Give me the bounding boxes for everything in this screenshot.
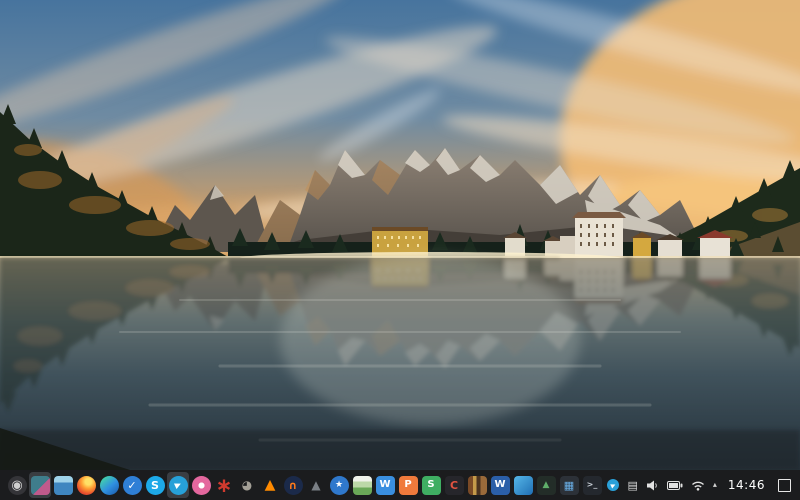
system-tray: ▶ ▤ ▴ 14:46 [607, 470, 800, 500]
clock[interactable]: 14:46 [728, 478, 765, 492]
show-desktop-button[interactable] [778, 478, 791, 492]
starburst-app-icon[interactable]: ∗ [213, 472, 235, 498]
screen-share-icon[interactable] [29, 472, 51, 498]
deepin-music-icon[interactable] [190, 472, 212, 498]
wallpaper-image [0, 0, 800, 470]
dock: ◉ ✓ S ▶ ∗ ◕ ▲ ∩ ▲ ★ W P S C W ▲ ▦ >_ ▶ ▤ ▴ 14:46 [0, 470, 800, 500]
telegram-icon[interactable]: ▶ [167, 472, 189, 498]
edge-icon[interactable] [98, 472, 120, 498]
calculator-icon[interactable]: ▦ [558, 472, 580, 498]
wps-presentation-icon[interactable]: P [397, 472, 419, 498]
volume-icon[interactable] [646, 479, 659, 492]
image-viewer-icon[interactable]: ▲ [535, 472, 557, 498]
media-app-icon[interactable]: C [443, 472, 465, 498]
app-store-icon[interactable]: ★ [328, 472, 350, 498]
launcher-icon[interactable]: ◉ [6, 472, 28, 498]
terminal-icon[interactable]: >_ [581, 472, 603, 498]
dock-apps: ◉ ✓ S ▶ ∗ ◕ ▲ ∩ ▲ ★ W P S C W ▲ ▦ >_ [0, 470, 603, 500]
battery-icon[interactable] [666, 480, 683, 491]
vlc-icon[interactable]: ▲ [259, 472, 281, 498]
library-app-icon[interactable] [466, 472, 488, 498]
wps-spreadsheet-icon[interactable]: S [420, 472, 442, 498]
gimp-icon[interactable]: ◕ [236, 472, 258, 498]
word-app-icon[interactable]: W [489, 472, 511, 498]
rocket-app-icon[interactable]: ▲ [305, 472, 327, 498]
draw-app-icon[interactable] [351, 472, 373, 498]
tray-expand-icon[interactable]: ▴ [713, 481, 717, 489]
telegram-tray-icon[interactable]: ▶ [607, 479, 620, 491]
input-method-icon[interactable]: ▤ [627, 480, 637, 491]
blue-app-icon[interactable] [512, 472, 534, 498]
skype-icon[interactable]: S [144, 472, 166, 498]
wifi-icon[interactable] [691, 480, 705, 491]
file-manager-icon[interactable] [52, 472, 74, 498]
firefox-icon[interactable] [75, 472, 97, 498]
desktop: ◉ ✓ S ▶ ∗ ◕ ▲ ∩ ▲ ★ W P S C W ▲ ▦ >_ ▶ ▤ ▴ 14:46 [0, 0, 800, 500]
wps-writer-icon[interactable]: W [374, 472, 396, 498]
ticktick-icon[interactable]: ✓ [121, 472, 143, 498]
audacity-icon[interactable]: ∩ [282, 472, 304, 498]
